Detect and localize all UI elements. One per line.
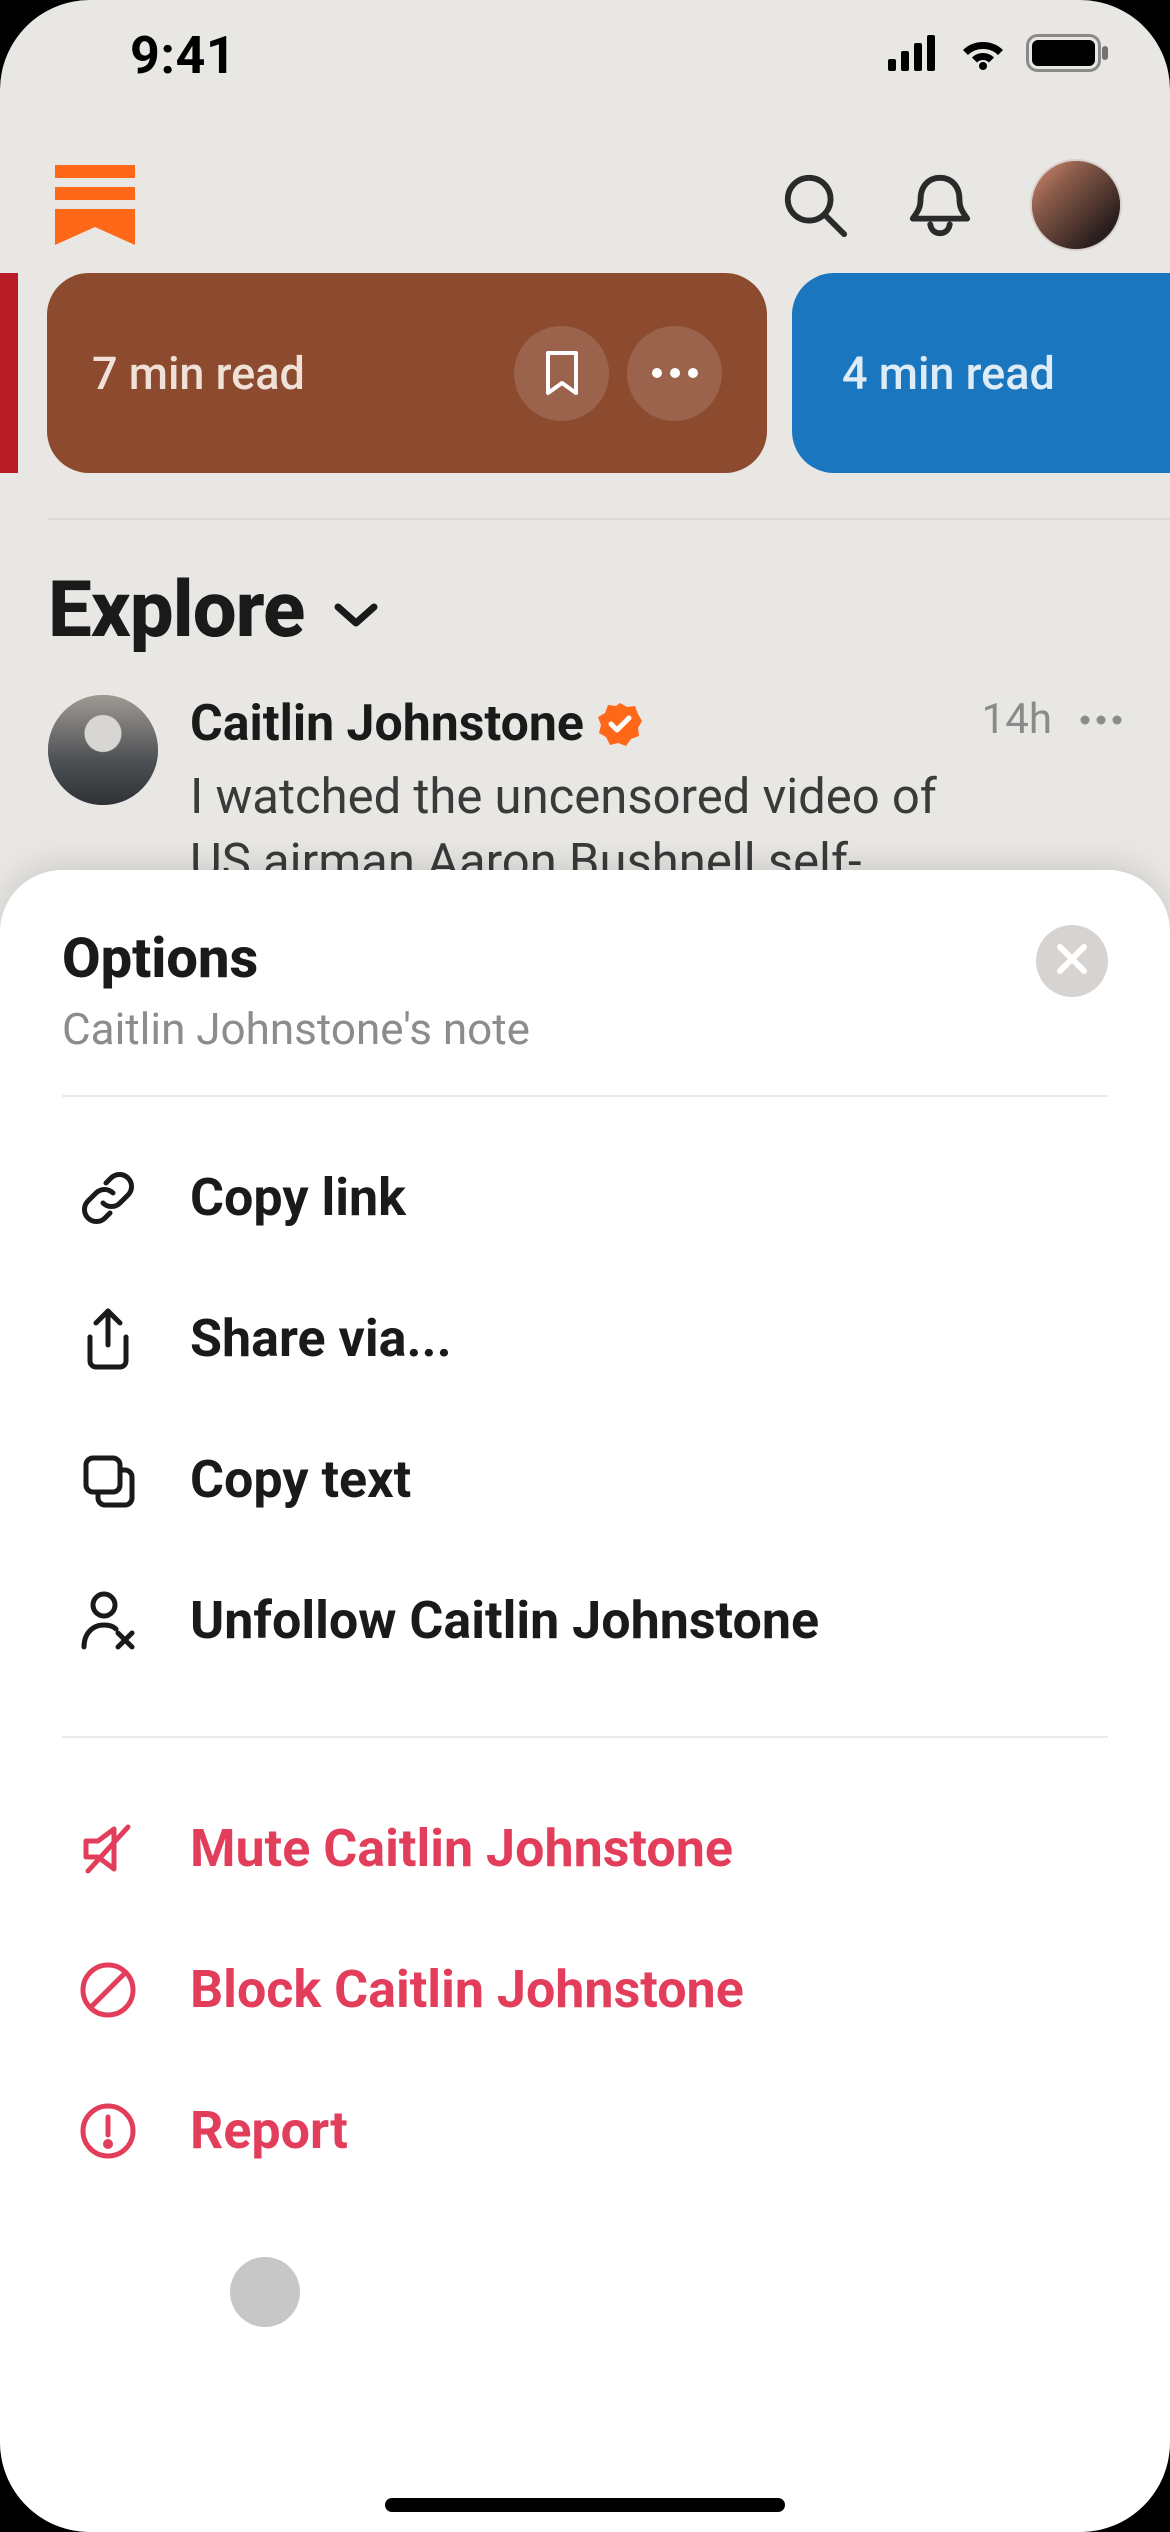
options-group-primary: Copy link Share via... Copy text Unfollo… — [0, 1097, 1170, 1726]
post-header: Caitlin Johnstone I watched the uncensor… — [48, 695, 1122, 895]
verified-badge-icon — [598, 702, 642, 746]
option-mute[interactable]: Mute Caitlin Johnstone — [0, 1778, 1170, 1919]
option-copy-text[interactable]: Copy text — [0, 1409, 1170, 1550]
featured-card-1[interactable]: 7 min read — [47, 273, 767, 473]
sheet-header: Options Caitlin Johnstone's note — [0, 925, 1170, 1095]
explore-heading[interactable]: Explore — [48, 565, 378, 656]
post-timestamp: 14h — [982, 695, 1052, 744]
status-time: 9:41 — [130, 25, 236, 86]
app-logo-icon[interactable] — [55, 165, 135, 245]
author-name[interactable]: Caitlin Johnstone — [190, 695, 584, 753]
option-label: Unfollow Caitlin Johnstone — [190, 1590, 819, 1651]
option-unfollow[interactable]: Unfollow Caitlin Johnstone — [0, 1550, 1170, 1691]
post-more-icon[interactable] — [1080, 710, 1122, 729]
option-label: Mute Caitlin Johnstone — [190, 1818, 733, 1879]
sheet-title: Options — [62, 925, 530, 991]
option-share-via[interactable]: Share via... — [0, 1268, 1170, 1409]
unfollow-icon — [78, 1591, 138, 1651]
feed-post[interactable]: Caitlin Johnstone I watched the uncensor… — [48, 695, 1122, 895]
share-icon — [78, 1309, 138, 1369]
touch-indicator — [230, 2257, 300, 2327]
option-block[interactable]: Block Caitlin Johnstone — [0, 1919, 1170, 2060]
close-icon — [1055, 942, 1089, 980]
sheet-subtitle: Caitlin Johnstone's note — [62, 1003, 530, 1055]
copy-icon — [78, 1450, 138, 1510]
section-divider — [48, 518, 1170, 520]
battery-icon — [1026, 34, 1110, 76]
chevron-down-icon — [334, 601, 378, 633]
post-right: 14h — [982, 695, 1122, 744]
block-icon — [78, 1960, 138, 2020]
more-button[interactable] — [627, 326, 722, 421]
link-icon — [78, 1168, 138, 1228]
sheet-divider — [62, 1736, 1108, 1738]
option-label: Block Caitlin Johnstone — [190, 1959, 744, 2020]
post-meta: Caitlin Johnstone I watched the uncensor… — [190, 695, 950, 895]
wifi-icon — [958, 35, 1008, 75]
bookmark-button[interactable] — [514, 326, 609, 421]
options-group-danger: Mute Caitlin Johnstone Block Caitlin Joh… — [0, 1748, 1170, 2236]
device-frame: 9:41 — [0, 0, 1170, 2532]
search-icon[interactable] — [780, 170, 850, 240]
option-label: Report — [190, 2100, 348, 2161]
author-avatar[interactable] — [48, 695, 158, 805]
card-previous-edge[interactable] — [0, 273, 18, 473]
featured-card-2[interactable]: 4 min read — [792, 273, 1170, 473]
status-indicators — [888, 34, 1110, 76]
featured-cards-row: 7 min read 4 min read — [0, 273, 1170, 473]
top-nav — [0, 140, 1170, 270]
option-label: Copy link — [190, 1167, 406, 1228]
option-report[interactable]: Report — [0, 2060, 1170, 2201]
top-nav-actions — [780, 159, 1122, 251]
option-label: Share via... — [190, 1308, 452, 1369]
mute-icon — [78, 1819, 138, 1879]
close-button[interactable] — [1036, 925, 1108, 997]
explore-title: Explore — [48, 565, 304, 656]
read-time-label: 7 min read — [92, 347, 496, 400]
read-time-label: 4 min read — [842, 347, 1170, 400]
activity-bell-icon[interactable] — [905, 170, 975, 240]
option-copy-link[interactable]: Copy link — [0, 1127, 1170, 1268]
profile-avatar[interactable] — [1030, 159, 1122, 251]
option-label: Copy text — [190, 1449, 411, 1510]
status-bar: 9:41 — [0, 0, 1170, 110]
report-icon — [78, 2101, 138, 2161]
cellular-icon — [888, 35, 940, 75]
home-indicator[interactable] — [385, 2498, 785, 2512]
options-bottom-sheet: Options Caitlin Johnstone's note Copy li… — [0, 870, 1170, 2532]
